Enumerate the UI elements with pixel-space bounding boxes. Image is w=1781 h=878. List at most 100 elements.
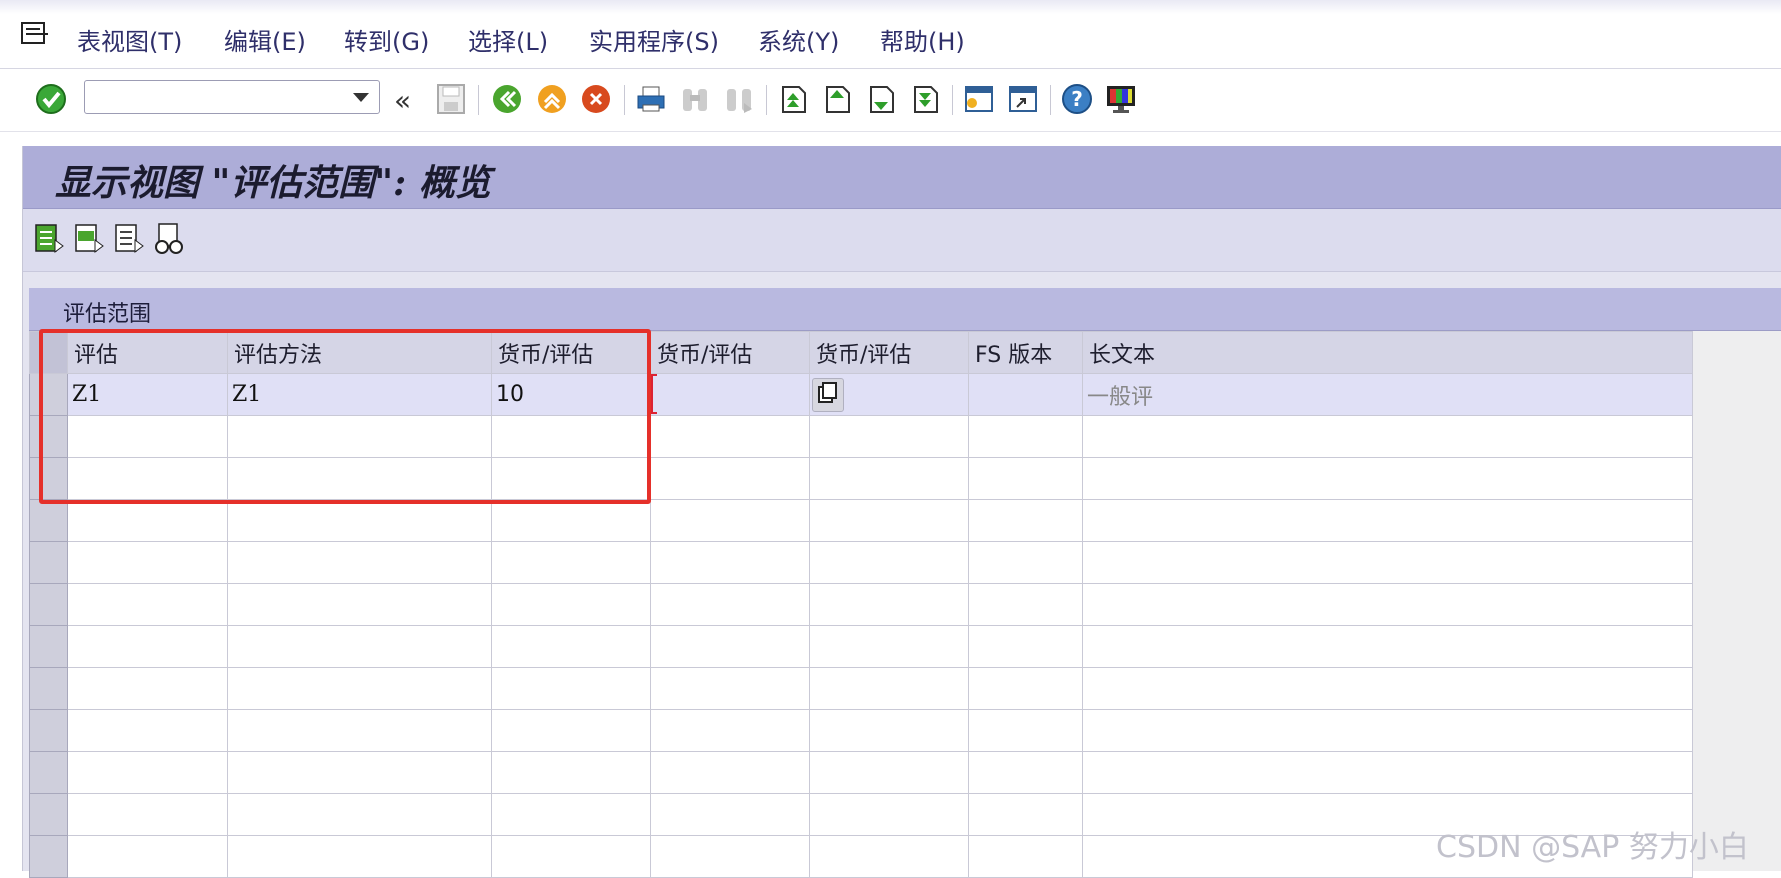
menu-selection[interactable]: 选择(L) xyxy=(468,22,548,57)
row-selector[interactable] xyxy=(29,835,68,878)
table-cell[interactable] xyxy=(809,373,969,416)
table-cell[interactable] xyxy=(968,415,1083,458)
table-cell[interactable] xyxy=(1082,667,1693,710)
row-selector[interactable] xyxy=(29,793,68,836)
find-next-icon[interactable] xyxy=(722,82,756,116)
print-icon[interactable] xyxy=(634,82,668,116)
deselect-all-icon[interactable] xyxy=(113,222,145,256)
table-cell[interactable] xyxy=(809,499,969,542)
table-cell[interactable] xyxy=(809,541,969,584)
table-cell[interactable] xyxy=(968,373,1083,416)
table-cell[interactable] xyxy=(67,709,228,752)
glasses-icon[interactable] xyxy=(153,222,185,256)
table-cell[interactable] xyxy=(67,541,228,584)
column-header[interactable]: 货币/评估 xyxy=(491,331,651,374)
enter-icon[interactable] xyxy=(34,82,68,116)
table-cell[interactable] xyxy=(650,709,810,752)
table-cell[interactable] xyxy=(650,751,810,794)
table-cell[interactable] xyxy=(650,625,810,668)
menu-utilities[interactable]: 实用程序(S) xyxy=(589,22,719,57)
table-cell[interactable] xyxy=(968,499,1083,542)
menu-goto[interactable]: 转到(G) xyxy=(344,22,429,57)
column-header[interactable]: FS 版本 xyxy=(968,331,1083,374)
table-cell[interactable] xyxy=(650,373,810,416)
column-header[interactable]: 货币/评估 xyxy=(809,331,969,374)
row-selector[interactable] xyxy=(29,415,68,458)
copy-icon[interactable] xyxy=(812,378,844,412)
table-cell[interactable] xyxy=(809,457,969,500)
table-cell[interactable] xyxy=(650,499,810,542)
table-cell[interactable] xyxy=(809,415,969,458)
green-back-icon[interactable] xyxy=(490,82,524,116)
menu-help[interactable]: 帮助(H) xyxy=(880,22,965,57)
table-cell[interactable] xyxy=(67,835,228,878)
column-header[interactable]: 评估 xyxy=(67,331,228,374)
table-cell[interactable] xyxy=(650,583,810,626)
row-selector[interactable] xyxy=(29,751,68,794)
first-page-icon[interactable] xyxy=(776,82,810,116)
table-cell[interactable] xyxy=(227,709,492,752)
table-cell[interactable] xyxy=(650,415,810,458)
table-cell[interactable] xyxy=(227,667,492,710)
select-block-icon[interactable] xyxy=(73,222,105,256)
table-cell[interactable] xyxy=(227,415,492,458)
table-cell[interactable] xyxy=(227,793,492,836)
table-cell[interactable] xyxy=(650,541,810,584)
table-cell[interactable] xyxy=(650,457,810,500)
table-cell[interactable] xyxy=(1082,415,1693,458)
row-selector[interactable] xyxy=(29,373,68,416)
table-cell[interactable] xyxy=(1082,499,1693,542)
table-cell[interactable] xyxy=(968,625,1083,668)
table-cell[interactable] xyxy=(968,709,1083,752)
table-cell[interactable] xyxy=(227,499,492,542)
collapse-icon[interactable]: « xyxy=(394,84,411,117)
table-cell[interactable]: Z1 xyxy=(227,373,492,416)
table-cell[interactable] xyxy=(491,709,651,752)
command-field[interactable] xyxy=(84,80,380,114)
table-cell[interactable] xyxy=(491,793,651,836)
menu-icon[interactable] xyxy=(20,20,52,50)
table-cell[interactable] xyxy=(67,499,228,542)
table-cell[interactable] xyxy=(1082,541,1693,584)
exit-icon[interactable] xyxy=(535,82,569,116)
menu-system[interactable]: 系统(Y) xyxy=(758,22,839,57)
table-cell[interactable] xyxy=(1082,751,1693,794)
table-cell[interactable] xyxy=(968,835,1083,878)
table-cell[interactable] xyxy=(227,457,492,500)
table-cell[interactable] xyxy=(1082,625,1693,668)
table-cell[interactable] xyxy=(968,457,1083,500)
row-selector[interactable] xyxy=(29,709,68,752)
menu-edit[interactable]: 编辑(E) xyxy=(224,22,306,57)
create-session-icon[interactable] xyxy=(962,82,996,116)
row-selector[interactable] xyxy=(29,583,68,626)
table-cell[interactable] xyxy=(67,793,228,836)
row-selector[interactable] xyxy=(29,457,68,500)
previous-page-icon[interactable] xyxy=(820,82,854,116)
table-cell[interactable] xyxy=(227,541,492,584)
menu-table-view[interactable]: 表视图(T) xyxy=(77,22,182,57)
table-cell[interactable] xyxy=(809,667,969,710)
table-cell[interactable] xyxy=(1082,457,1693,500)
table-cell[interactable] xyxy=(491,499,651,542)
table-cell[interactable] xyxy=(491,751,651,794)
table-cell[interactable] xyxy=(491,583,651,626)
table-cell[interactable] xyxy=(227,835,492,878)
column-header[interactable]: 评估方法 xyxy=(227,331,492,374)
select-all-cell[interactable] xyxy=(29,331,68,374)
table-cell[interactable] xyxy=(968,793,1083,836)
last-page-icon[interactable] xyxy=(908,82,942,116)
help-icon[interactable]: ? xyxy=(1060,82,1094,116)
table-cell[interactable]: 一般评 xyxy=(1082,373,1693,416)
table-cell[interactable] xyxy=(968,667,1083,710)
save-icon[interactable] xyxy=(434,82,468,116)
shortcut-icon[interactable] xyxy=(1006,82,1040,116)
layout-icon[interactable] xyxy=(1104,82,1138,116)
table-cell[interactable]: Z1 xyxy=(67,373,228,416)
table-cell[interactable] xyxy=(809,835,969,878)
table-cell[interactable] xyxy=(491,835,651,878)
table-cell[interactable] xyxy=(650,793,810,836)
table-cell[interactable] xyxy=(491,457,651,500)
next-page-icon[interactable] xyxy=(864,82,898,116)
table-cell[interactable] xyxy=(227,625,492,668)
table-cell[interactable] xyxy=(491,541,651,584)
